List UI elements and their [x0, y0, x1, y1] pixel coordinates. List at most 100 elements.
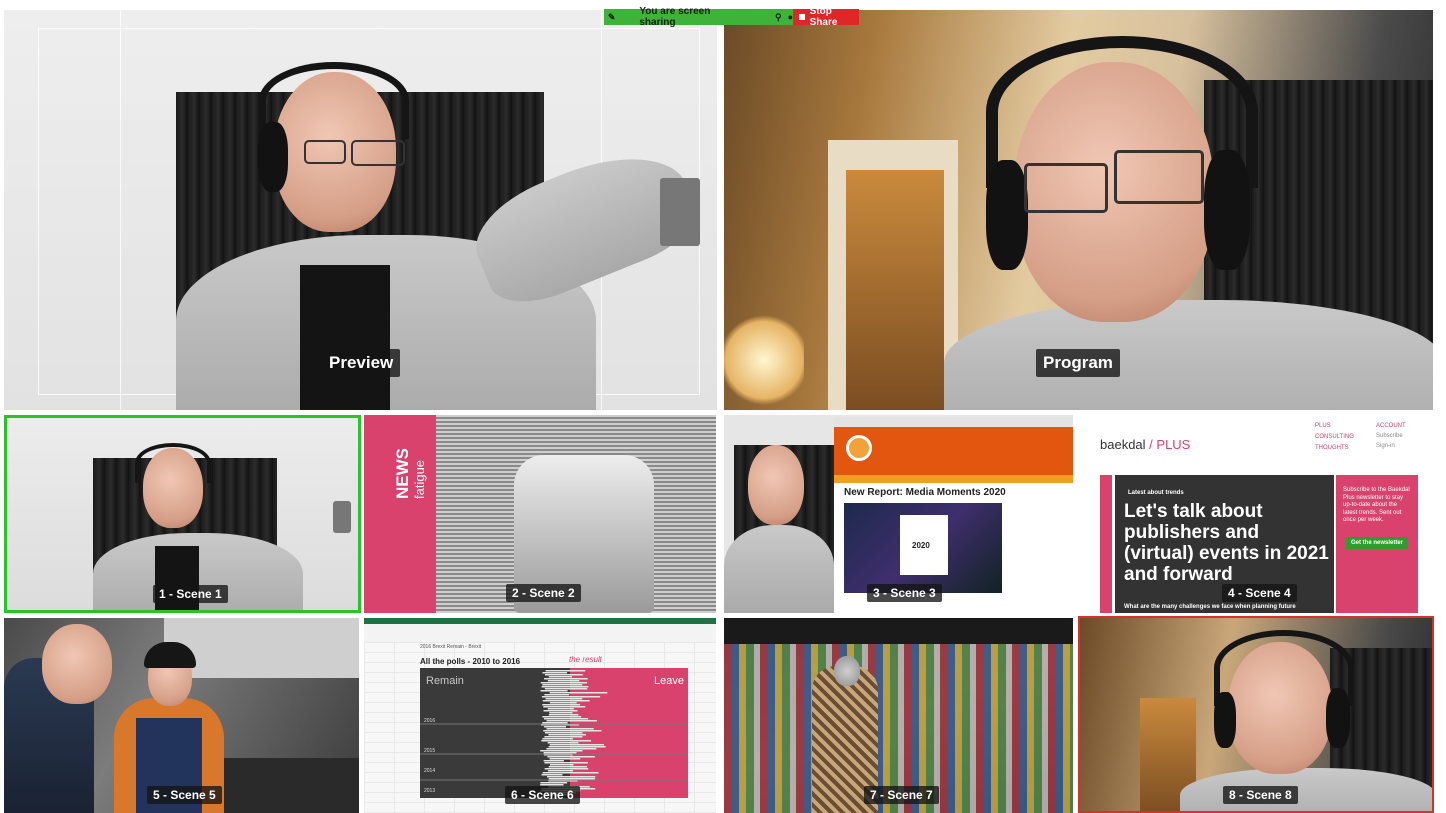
- scene-7-tile[interactable]: 7 - Scene 7: [724, 618, 1073, 813]
- year-label: 2015: [424, 748, 436, 754]
- pin-icon[interactable]: ⚲: [775, 12, 782, 23]
- plus-sidebar: [1100, 475, 1112, 613]
- earcup: [1214, 692, 1236, 748]
- poll-line: [549, 702, 577, 704]
- preview-panel[interactable]: Preview: [4, 10, 717, 410]
- newsletter-button: Get the newsletter: [1346, 537, 1408, 549]
- person-head: [748, 445, 804, 525]
- glasses: [304, 140, 346, 164]
- share-icon: ✎: [607, 11, 616, 22]
- poll-line: [540, 682, 588, 684]
- stop-share-button[interactable]: Stop Share: [793, 6, 859, 28]
- poll-line: [548, 746, 606, 748]
- poll-line: [545, 698, 583, 700]
- kitchen-cabinets: [164, 618, 359, 678]
- poll-line: [544, 678, 588, 680]
- stop-icon: [799, 14, 805, 20]
- poll-line: [544, 726, 567, 728]
- poll-line: [543, 752, 577, 754]
- poll-line: [544, 736, 583, 738]
- poll-line: [544, 768, 589, 770]
- menu-consulting: CONSULTING: [1315, 434, 1354, 440]
- poll-line: [542, 716, 582, 718]
- site-header: [834, 427, 1073, 475]
- program-panel[interactable]: Program: [724, 10, 1433, 410]
- poll-line: [544, 732, 583, 734]
- spreadsheet-ribbon: [364, 624, 716, 643]
- person-left-head: [42, 624, 112, 704]
- poll-chart: [420, 668, 688, 798]
- account-heading: ACCOUNT: [1376, 423, 1406, 429]
- glasses: [1114, 150, 1204, 204]
- screen-share-bar: ✎ You are screen sharing ⚲ ● Stop Share: [604, 6, 859, 28]
- scene-3-tile[interactable]: New Report: Media Moments 2020 2020 3 - …: [724, 415, 1073, 613]
- earcup: [1204, 150, 1250, 270]
- stove: [204, 758, 359, 813]
- scene-5-tile[interactable]: 5 - Scene 5: [4, 618, 359, 813]
- poll-line: [548, 676, 572, 678]
- account-signin: Sign-in: [1376, 443, 1395, 449]
- poll-line: [541, 740, 592, 742]
- glasses: [351, 140, 405, 166]
- poll-line: [540, 690, 568, 692]
- headphones: [135, 443, 211, 483]
- person-body: [944, 300, 1433, 410]
- poll-line: [541, 686, 589, 688]
- poll-line: [544, 688, 588, 690]
- poll-line: [549, 712, 573, 714]
- poll-line: [548, 766, 587, 768]
- glasses: [1024, 163, 1108, 213]
- preview-guide-lines: [120, 10, 121, 410]
- article-kicker: Latest about trends: [1128, 490, 1184, 496]
- scene-3-label: 3 - Scene 3: [867, 584, 942, 602]
- remain-label: Remain: [426, 675, 464, 687]
- scene-8-label: 8 - Scene 8: [1223, 786, 1298, 804]
- poll-line: [549, 764, 574, 766]
- year-label: 2013: [424, 788, 436, 794]
- scene-6-label: 6 - Scene 6: [505, 786, 580, 804]
- poll-line: [548, 734, 586, 736]
- poll-line: [546, 728, 594, 730]
- poll-line: [542, 684, 583, 686]
- browser-toolbar: [834, 417, 1073, 427]
- poll-sheet-title: 2016 Brexit Remain - Brexit: [420, 644, 482, 650]
- person-shirt: [300, 265, 390, 410]
- news-fatigue-banner: [364, 415, 436, 613]
- poll-line: [543, 706, 586, 708]
- poll-line: [542, 672, 568, 674]
- scene-8-tile[interactable]: 8 - Scene 8: [1078, 616, 1434, 813]
- poll-line: [548, 778, 596, 780]
- poll-line: [547, 770, 573, 772]
- poll-line: [544, 762, 588, 764]
- scene-1-tile[interactable]: 1 - Scene 1: [4, 415, 361, 613]
- poll-line: [540, 782, 568, 784]
- poll-line: [540, 750, 583, 752]
- poll-line: [542, 722, 568, 724]
- scene-4-tile[interactable]: baekdal / PLUS PLUS CONSULTING THOUGHTS …: [1080, 415, 1433, 613]
- year-label: 2016: [424, 718, 436, 724]
- poll-line: [547, 756, 595, 758]
- menu-plus: PLUS: [1315, 423, 1331, 429]
- poll-line: [549, 744, 605, 746]
- poll-line: [548, 714, 579, 716]
- poll-line: [543, 710, 578, 712]
- customer-head: [834, 656, 860, 686]
- baekdal-account: ACCOUNT Subscribe Sign-in: [1376, 421, 1406, 451]
- poll-line: [549, 758, 581, 760]
- baekdal-logo-plus: / PLUS: [1149, 437, 1191, 452]
- person-body: [724, 525, 834, 613]
- poll-line: [546, 720, 597, 722]
- scene-2-tile[interactable]: NEWS fatigue 2 - Scene 2: [364, 415, 716, 613]
- article-headline: Let's talk about publishers and (virtual…: [1124, 501, 1329, 585]
- podcast-logo-icon: [846, 435, 872, 461]
- poll-line: [542, 738, 573, 740]
- poll-line: [545, 674, 583, 676]
- menu-thoughts: THOUGHTS: [1315, 445, 1349, 451]
- scene-6-tile[interactable]: 2016 Brexit Remain - Brexit All the poll…: [364, 618, 716, 813]
- scene-4-label: 4 - Scene 4: [1222, 584, 1297, 602]
- scene-1-label: 1 - Scene 1: [153, 585, 228, 603]
- news-subtitle: fatigue: [412, 459, 427, 499]
- article-teaser: What are the many challenges we face whe…: [1124, 604, 1296, 610]
- baekdal-menu: PLUS CONSULTING THOUGHTS: [1315, 421, 1354, 454]
- poll-line: [549, 692, 608, 694]
